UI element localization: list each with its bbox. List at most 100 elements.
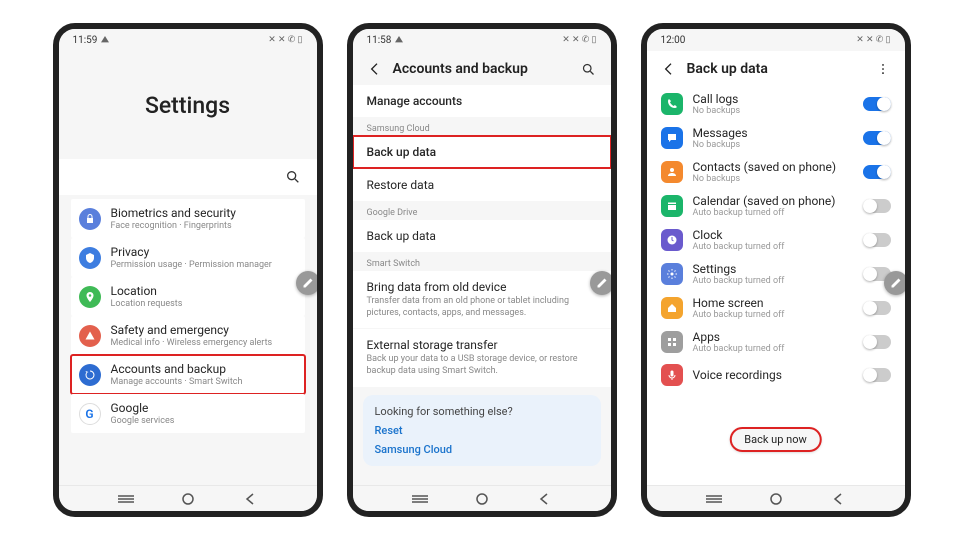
backup-item-messages[interactable]: MessagesNo backups bbox=[647, 121, 905, 155]
item-sub: Location requests bbox=[111, 299, 297, 309]
item-title: Calendar (saved on phone) bbox=[693, 194, 853, 208]
status-bar: 12:00 ✕ ✕ ✆ ▯ bbox=[647, 29, 905, 51]
nav-home[interactable] bbox=[768, 491, 784, 507]
backup-item-contacts[interactable]: Contacts (saved on phone)No backups bbox=[647, 155, 905, 189]
settings-item-google[interactable]: G GoogleGoogle services bbox=[71, 394, 305, 433]
nav-bar bbox=[647, 485, 905, 511]
nav-home[interactable] bbox=[180, 491, 196, 507]
phone-backup-data: 12:00 ✕ ✕ ✆ ▯ Back up data Call logsNo b… bbox=[641, 23, 911, 517]
apps-icon bbox=[661, 331, 683, 353]
more-icon[interactable] bbox=[875, 61, 891, 77]
backup-item-calendar[interactable]: Calendar (saved on phone)Auto backup tur… bbox=[647, 189, 905, 223]
nav-bar bbox=[353, 485, 611, 511]
contacts-icon bbox=[661, 161, 683, 183]
manage-accounts-row[interactable]: Manage accounts bbox=[353, 85, 611, 117]
notif-icon bbox=[101, 36, 109, 44]
edit-fab[interactable] bbox=[590, 271, 611, 295]
item-title: Contacts (saved on phone) bbox=[693, 160, 853, 174]
nav-home[interactable] bbox=[474, 491, 490, 507]
page-title: Accounts and backup bbox=[393, 61, 571, 77]
item-sub: Google services bbox=[111, 416, 297, 426]
toggle-contacts[interactable] bbox=[863, 165, 891, 179]
item-sub: Face recognition · Fingerprints bbox=[111, 221, 297, 231]
search-icon[interactable] bbox=[581, 61, 597, 77]
item-title: Privacy bbox=[111, 245, 297, 259]
reset-link[interactable]: Reset bbox=[375, 424, 589, 437]
toggle-call-logs[interactable] bbox=[863, 97, 891, 111]
calendar-icon bbox=[661, 195, 683, 217]
backup-item-settings[interactable]: SettingsAuto backup turned off bbox=[647, 257, 905, 291]
nav-back[interactable] bbox=[830, 491, 846, 507]
status-icons: ✕ ✕ ✆ ▯ bbox=[856, 35, 890, 45]
item-sub: Auto backup turned off bbox=[693, 344, 853, 354]
back-icon[interactable] bbox=[367, 61, 383, 77]
back-icon[interactable] bbox=[661, 61, 677, 77]
item-sub: No backups bbox=[693, 106, 853, 116]
sync-icon bbox=[79, 364, 101, 386]
item-title: Clock bbox=[693, 228, 853, 242]
looking-title: Looking for something else? bbox=[375, 405, 589, 418]
row-sub: Transfer data from an old phone or table… bbox=[367, 296, 597, 319]
section-samsung-cloud: Samsung Cloud bbox=[353, 118, 611, 136]
item-title: Voice recordings bbox=[693, 368, 853, 382]
backup-item-apps[interactable]: AppsAuto backup turned off bbox=[647, 325, 905, 359]
phone-accounts-backup: 11:58 ✕ ✕ ✆ ▯ Accounts and backup Manage… bbox=[347, 23, 617, 517]
settings-item-safety[interactable]: Safety and emergencyMedical info · Wirel… bbox=[71, 316, 305, 355]
edit-fab[interactable] bbox=[296, 271, 317, 295]
settings-icon bbox=[661, 263, 683, 285]
emergency-icon bbox=[79, 325, 101, 347]
restore-data-row[interactable]: Restore data bbox=[353, 169, 611, 201]
toggle-calendar[interactable] bbox=[863, 199, 891, 213]
backup-item-voice-rec[interactable]: Voice recordings bbox=[647, 359, 905, 391]
page-title: Back up data bbox=[687, 61, 865, 77]
status-bar: 11:59 ✕ ✕ ✆ ▯ bbox=[59, 29, 317, 51]
toggle-homescreen[interactable] bbox=[863, 301, 891, 315]
toggle-clock[interactable] bbox=[863, 233, 891, 247]
item-sub: Medical info · Wireless emergency alerts bbox=[111, 338, 297, 348]
backup-now-button[interactable]: Back up now bbox=[730, 428, 820, 451]
item-sub: Auto backup turned off bbox=[693, 310, 853, 320]
item-sub: Auto backup turned off bbox=[693, 242, 853, 252]
edit-fab[interactable] bbox=[884, 271, 905, 295]
looking-card: Looking for something else? Reset Samsun… bbox=[363, 395, 601, 466]
external-storage-row[interactable]: External storage transfer Back up your d… bbox=[353, 329, 611, 386]
item-sub: Manage accounts · Smart Switch bbox=[111, 377, 297, 387]
toggle-messages[interactable] bbox=[863, 131, 891, 145]
nav-recents[interactable] bbox=[706, 491, 722, 507]
backup-item-call-logs[interactable]: Call logsNo backups bbox=[647, 87, 905, 121]
clock-icon bbox=[661, 229, 683, 251]
item-title: Settings bbox=[693, 262, 853, 276]
voice-rec-icon bbox=[661, 364, 683, 386]
nav-recents[interactable] bbox=[412, 491, 428, 507]
homescreen-icon bbox=[661, 297, 683, 319]
nav-back[interactable] bbox=[242, 491, 258, 507]
toggle-voice-rec[interactable] bbox=[863, 368, 891, 382]
section-google-drive: Google Drive bbox=[353, 202, 611, 220]
backup-item-clock[interactable]: ClockAuto backup turned off bbox=[647, 223, 905, 257]
backup-data-samsung-row[interactable]: Back up data bbox=[353, 136, 611, 168]
item-title: Accounts and backup bbox=[111, 362, 297, 376]
item-title: Messages bbox=[693, 126, 853, 140]
status-icons: ✕ ✕ ✆ ▯ bbox=[268, 35, 302, 45]
nav-back[interactable] bbox=[536, 491, 552, 507]
nav-recents[interactable] bbox=[118, 491, 134, 507]
backup-item-homescreen[interactable]: Home screenAuto backup turned off bbox=[647, 291, 905, 325]
item-sub: No backups bbox=[693, 140, 853, 150]
search-icon[interactable] bbox=[285, 169, 301, 185]
toggle-apps[interactable] bbox=[863, 335, 891, 349]
item-title: Biometrics and security bbox=[111, 206, 297, 220]
backup-data-google-row[interactable]: Back up data bbox=[353, 220, 611, 252]
settings-item-accounts-backup[interactable]: Accounts and backupManage accounts · Sma… bbox=[71, 355, 305, 394]
bring-data-row[interactable]: Bring data from old device Transfer data… bbox=[353, 271, 611, 328]
samsung-cloud-link[interactable]: Samsung Cloud bbox=[375, 443, 589, 456]
settings-item-location[interactable]: LocationLocation requests bbox=[71, 277, 305, 316]
item-title: Apps bbox=[693, 330, 853, 344]
settings-item-biometrics[interactable]: Biometrics and securityFace recognition … bbox=[71, 199, 305, 238]
item-title: Call logs bbox=[693, 92, 853, 106]
item-title: Home screen bbox=[693, 296, 853, 310]
item-title: Safety and emergency bbox=[111, 323, 297, 337]
settings-item-privacy[interactable]: PrivacyPermission usage · Permission man… bbox=[71, 238, 305, 277]
notif-icon bbox=[395, 36, 403, 44]
shield-icon bbox=[79, 247, 101, 269]
status-time: 11:59 bbox=[73, 35, 98, 46]
